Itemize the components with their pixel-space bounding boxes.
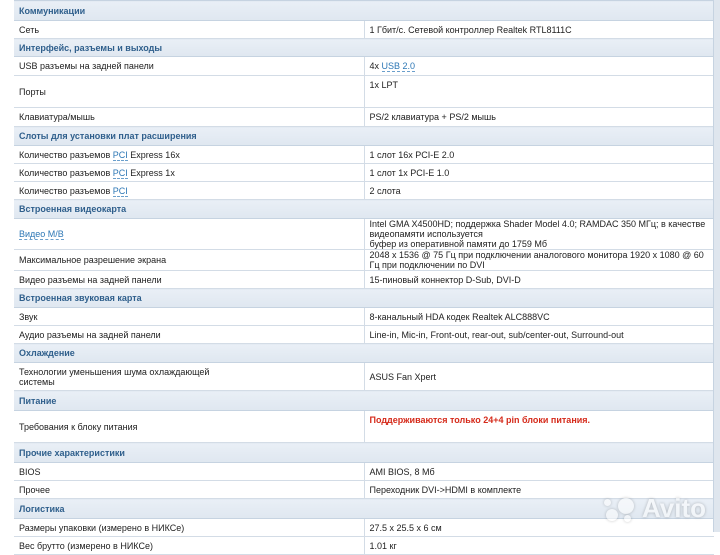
label-text: Express 16x [127,149,180,160]
label-line: системы [19,376,55,387]
spec-row: Вес брутто (измерено в НИКСе) 1.01 кг [14,536,714,555]
spec-value: ASUS Fan Xpert [364,362,714,391]
spec-label: Максимальное разрешение экрана [14,249,365,271]
spec-label: Видео M/B [14,218,365,250]
spec-label: Порты [14,75,365,108]
label-text: Количество разъемов [19,167,113,178]
spec-label: Количество разъемов PCI [14,181,365,200]
section-header: Встроенная видеокарта [14,199,714,219]
section-header: Охлаждение [14,343,714,363]
spec-value: 1.01 кг [364,536,714,555]
spec-row: Клавиатура/мышь PS/2 клавиатура + PS/2 м… [14,107,714,127]
spec-row: Технологии уменьшения шума охлаждающей си… [14,362,714,391]
spec-value: 1 слот 16x PCI-E 2.0 [364,145,714,164]
pci-link[interactable]: PCI [112,167,128,179]
section-title: Питание [14,390,714,411]
spec-label: Сеть [14,20,365,39]
spec-label: Вес брутто (измерено в НИКСе) [14,536,365,555]
spec-value: 15-пиновый коннектор D-Sub, DVI-D [364,270,714,289]
avito-logo-icon [603,495,638,523]
spec-row: Аудио разъемы на задней панели Line-in, … [14,325,714,344]
value-line: буфер из оперативной памяти до 1759 Мб [369,239,548,249]
spec-label: USB разъемы на задней панели [14,56,365,76]
spec-label: Аудио разъемы на задней панели [14,325,365,344]
spec-value: 1 слот 1x PCI-E 1.0 [364,163,714,182]
avito-watermark: Avito [603,493,706,524]
spec-row: Количество разъемов PCI Express 16x 1 сл… [14,145,714,164]
spec-row: Порты 1x LPT [14,75,714,108]
page-edge-bar [713,0,720,532]
label-text: Express 1x [127,167,175,178]
section-header: Питание [14,390,714,411]
section-title: Интерфейс, разъемы и выходы [14,38,714,57]
spec-row: Сеть 1 Гбит/с. Сетевой контроллер Realte… [14,20,714,39]
spec-row: Количество разъемов PCI 2 слота [14,181,714,200]
section-header: Прочие характеристики [14,442,714,463]
spec-label: Количество разъемов PCI Express 16x [14,145,365,164]
watermark-text: Avito [641,493,706,523]
section-title: Охлаждение [14,343,714,363]
spec-row: USB разъемы на задней панели 4x USB 2.0 [14,56,714,76]
spec-label: Прочее [14,480,365,499]
spec-value: 1x LPT [364,75,714,108]
usb-link[interactable]: USB 2.0 [381,61,416,72]
spec-value: 8-канальный HDA кодек Realtek ALC888VC [364,307,714,326]
spec-label: Размеры упаковки (измерено в НИКСе) [14,518,365,537]
usb-count: 4x [369,61,382,71]
spec-row: Количество разъемов PCI Express 1x 1 сло… [14,163,714,182]
video-mb-link[interactable]: Видео M/B [19,229,64,240]
spec-value: 2 слота [364,181,714,200]
spec-row: Видео M/B Intel GMA X4500HD; поддержка S… [14,218,714,250]
spec-label: Требования к блоку питания [14,410,365,443]
section-header: Слоты для установки плат расширения [14,126,714,146]
section-title: Коммуникации [14,0,714,21]
value-line: Intel GMA X4500HD; поддержка Shader Mode… [369,219,706,239]
label-text: Количество разъемов [19,185,113,196]
label-text: Количество разъемов [19,149,113,160]
spec-value: PS/2 клавиатура + PS/2 мышь [364,107,714,127]
spec-label: BIOS [14,462,365,481]
pci-link[interactable]: PCI [112,185,128,197]
spec-label: Количество разъемов PCI Express 1x [14,163,365,182]
section-title: Встроенная видеокарта [14,199,714,219]
specs-table: Коммуникации Сеть 1 Гбит/с. Сетевой конт… [14,0,714,555]
section-title: Прочие характеристики [14,442,714,463]
spec-value: AMI BIOS, 8 Мб [364,462,714,481]
spec-row: Звук 8-канальный HDA кодек Realtek ALC88… [14,307,714,326]
pci-link[interactable]: PCI [112,149,128,161]
spec-row: BIOS AMI BIOS, 8 Мб [14,462,714,481]
spec-label: Видео разъемы на задней панели [14,270,365,289]
spec-label: Технологии уменьшения шума охлаждающей си… [14,362,365,391]
psu-warning: Поддерживаются только 24+4 pin блоки пит… [364,410,714,443]
spec-value: 2048 x 1536 @ 75 Гц при подключении анал… [364,249,714,271]
section-header: Интерфейс, разъемы и выходы [14,38,714,57]
spec-row: Требования к блоку питания Поддерживаютс… [14,410,714,443]
spec-value: Intel GMA X4500HD; поддержка Shader Mode… [364,218,714,250]
spec-row: Максимальное разрешение экрана 2048 x 15… [14,249,714,271]
section-title: Встроенная звуковая карта [14,288,714,308]
spec-label: Клавиатура/мышь [14,107,365,127]
section-header: Встроенная звуковая карта [14,288,714,308]
label-line: Технологии уменьшения шума охлаждающей [19,366,210,377]
section-title: Слоты для установки плат расширения [14,126,714,146]
spec-row: Видео разъемы на задней панели 15-пиновы… [14,270,714,289]
spec-label: Звук [14,307,365,326]
spec-value: Line-in, Mic-in, Front-out, rear-out, su… [364,325,714,344]
spec-value: 1 Гбит/с. Сетевой контроллер Realtek RTL… [364,20,714,39]
section-header: Коммуникации [14,0,714,21]
spec-value: 4x USB 2.0 [364,56,714,76]
